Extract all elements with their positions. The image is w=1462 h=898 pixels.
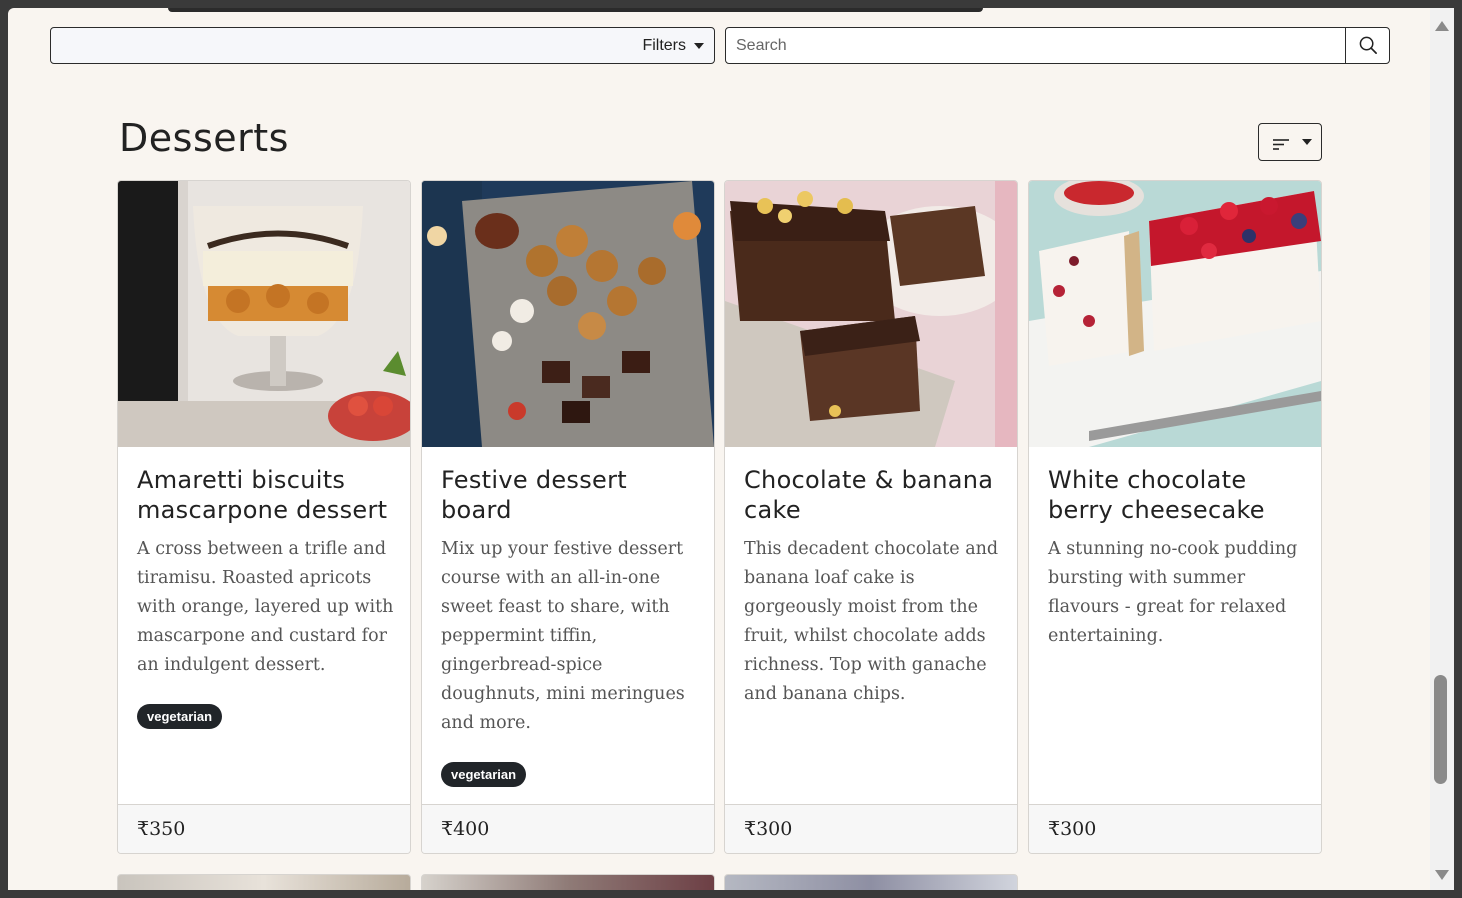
chevron-down-icon <box>694 43 704 49</box>
card-description: Mix up your festive dessert course with … <box>441 539 685 733</box>
section-title: Desserts <box>119 116 289 160</box>
filters-label: Filters <box>642 37 686 54</box>
card-footer: ₹300 <box>1029 804 1321 853</box>
search-field[interactable] <box>725 27 1346 64</box>
product-card[interactable] <box>117 874 411 890</box>
card-description: A cross between a trifle and tiramisu. R… <box>137 539 394 675</box>
card-body: Festive dessert board Mix up your festiv… <box>441 465 700 787</box>
product-card[interactable] <box>724 874 1018 890</box>
product-card[interactable]: Festive dessert board Mix up your festiv… <box>421 180 715 854</box>
product-card[interactable]: White chocolate berry cheesecake A stunn… <box>1028 180 1322 854</box>
card-footer: ₹300 <box>725 804 1017 853</box>
dessert-image[interactable] <box>725 181 1017 447</box>
chevron-down-icon <box>1302 139 1312 145</box>
scrollbar-thumb[interactable] <box>1434 675 1447 784</box>
search-button[interactable] <box>1345 27 1390 64</box>
product-card[interactable]: Amaretti biscuits mascarpone dessert A c… <box>117 180 411 854</box>
product-card[interactable] <box>421 874 715 890</box>
card-footer: ₹350 <box>118 804 410 853</box>
card-title[interactable]: Festive dessert board <box>441 465 700 525</box>
scroll-down-arrow-icon[interactable] <box>1435 870 1449 880</box>
card-body: Amaretti biscuits mascarpone dessert A c… <box>137 465 396 729</box>
card-price: ₹300 <box>1048 818 1097 840</box>
search-icon <box>1359 36 1377 54</box>
card-description: A stunning no-cook pudding bursting with… <box>1048 539 1298 646</box>
product-card[interactable]: Chocolate & banana cake This decadent ch… <box>724 180 1018 854</box>
sort-button[interactable] <box>1258 123 1322 161</box>
vegetarian-badge: vegetarian <box>137 704 223 729</box>
card-price: ₹300 <box>744 818 793 840</box>
filters-dropdown[interactable]: Filters <box>50 27 715 64</box>
card-footer: ₹400 <box>422 804 714 853</box>
dessert-image[interactable] <box>1029 181 1321 447</box>
search-input[interactable] <box>726 28 1345 63</box>
card-description: This decadent chocolate and banana loaf … <box>744 539 999 704</box>
app-window: Filters Desserts <box>8 8 1454 890</box>
vertical-scrollbar[interactable] <box>1430 8 1454 890</box>
card-title[interactable]: Chocolate & banana cake <box>744 465 1003 525</box>
card-title[interactable]: White chocolate berry cheesecake <box>1048 465 1307 525</box>
card-body: White chocolate berry cheesecake A stunn… <box>1048 465 1307 651</box>
dessert-image[interactable] <box>422 181 714 447</box>
top-edge <box>168 8 983 12</box>
card-price: ₹350 <box>137 818 186 840</box>
card-price: ₹400 <box>441 818 490 840</box>
card-title[interactable]: Amaretti biscuits mascarpone dessert <box>137 465 396 525</box>
dessert-image[interactable] <box>118 181 410 447</box>
card-body: Chocolate & banana cake This decadent ch… <box>744 465 1003 709</box>
scroll-up-arrow-icon[interactable] <box>1435 21 1449 31</box>
vegetarian-badge: vegetarian <box>441 762 527 787</box>
sort-icon <box>1273 139 1289 150</box>
